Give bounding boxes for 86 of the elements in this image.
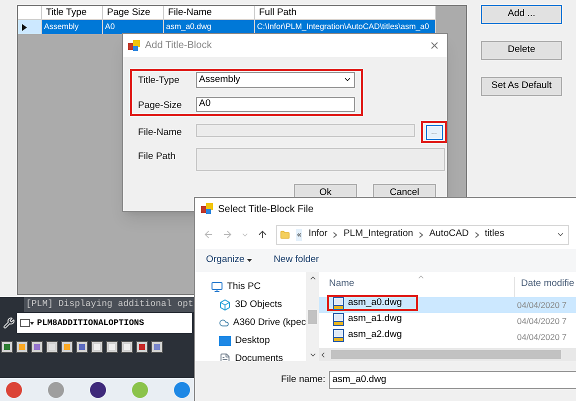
toolbar-icon[interactable] xyxy=(16,341,28,353)
separator-icon xyxy=(419,232,424,238)
scrollbar[interactable] xyxy=(306,272,319,361)
separator-icon xyxy=(333,232,338,238)
toolbar-icon[interactable] xyxy=(76,341,88,353)
file-name: asm_a1.dwg xyxy=(348,312,402,326)
page-size-field[interactable]: A0 xyxy=(196,97,355,112)
table-cell: A0 xyxy=(103,20,164,34)
table-cell: C:\Infor\PLM_Integration\AutoCAD\titles\asm_a0 xyxy=(255,20,436,34)
toolbar-icon[interactable] xyxy=(1,341,13,353)
toolbar-icon[interactable] xyxy=(106,341,118,353)
nav-item[interactable]: Desktop xyxy=(195,332,306,350)
scroll-thumb[interactable] xyxy=(308,310,317,324)
wrench-icon[interactable] xyxy=(3,317,15,329)
table-cell: Assembly xyxy=(42,20,103,34)
address-bar[interactable]: « Infor PLM_Integration AutoCAD titles xyxy=(276,224,569,244)
breadcrumb-item[interactable]: Infor xyxy=(308,227,328,242)
file-row[interactable]: asm_a1.dwg 04/04/2020 7 xyxy=(319,313,576,329)
column-header[interactable]: Title Type xyxy=(42,6,103,20)
folder-icon xyxy=(280,230,290,240)
breadcrumb-item[interactable]: AutoCAD xyxy=(429,227,469,242)
toolbar-icon[interactable] xyxy=(91,341,103,353)
table-cell: asm_a0.dwg xyxy=(164,20,255,34)
organize-menu[interactable]: Organize xyxy=(206,253,252,268)
up-icon[interactable] xyxy=(257,229,268,240)
file-name-field[interactable]: asm_a0.dwg xyxy=(329,371,576,389)
action-button[interactable]: Set As Default xyxy=(481,77,562,96)
breadcrumb-item[interactable]: PLM_Integration xyxy=(343,227,414,242)
nav-item[interactable]: Documents xyxy=(195,350,306,361)
field-label: File Path xyxy=(138,150,176,164)
cloud-icon xyxy=(219,317,230,329)
file-date: 04/04/2020 7 xyxy=(517,314,567,328)
field-label: Page-Size xyxy=(138,99,183,113)
app-icon xyxy=(201,203,213,215)
file-row[interactable]: asm_a2.dwg 04/04/2020 7 xyxy=(319,329,576,345)
file-name: asm_a2.dwg xyxy=(348,328,402,342)
scroll-thumb[interactable] xyxy=(331,350,561,359)
app-icon xyxy=(128,40,140,52)
file-name: asm_a0.dwg xyxy=(348,296,402,310)
desktop-icon xyxy=(219,336,231,346)
sort-icon xyxy=(417,273,425,281)
nav-item[interactable]: A360 Drive (kpec xyxy=(195,314,306,332)
toolbar-icon[interactable] xyxy=(61,341,73,353)
title-type-dropdown[interactable]: Assembly xyxy=(196,72,355,88)
toolbar-icon[interactable] xyxy=(121,341,133,353)
action-button[interactable]: Add ... xyxy=(481,5,562,24)
field-label: Title-Type xyxy=(138,74,180,88)
computer-icon xyxy=(211,281,223,293)
field-label: File-Name xyxy=(138,126,183,140)
close-icon[interactable] xyxy=(429,40,440,51)
nav-item[interactable]: This PC xyxy=(195,278,306,296)
scroll-down-icon[interactable] xyxy=(308,351,316,359)
field-label: File name: xyxy=(281,373,326,387)
row-header-cell xyxy=(18,6,42,20)
column-header[interactable]: Page Size xyxy=(103,6,164,20)
breadcrumb-item[interactable]: titles xyxy=(484,227,504,242)
action-button[interactable]: Delete xyxy=(481,41,562,60)
column-header[interactable]: Full Path xyxy=(255,6,436,20)
window-title: Add Title-Block xyxy=(145,39,212,53)
row-pointer-icon xyxy=(22,24,27,30)
scroll-left-icon[interactable] xyxy=(319,350,327,358)
new-folder-button[interactable]: New folder xyxy=(274,253,319,268)
command-icon xyxy=(20,319,34,327)
overflow-chevron[interactable]: « xyxy=(296,228,302,240)
toolbar-icon[interactable] xyxy=(46,341,58,353)
window-title: Select Title-Block File xyxy=(218,202,314,216)
toolbar-icon[interactable] xyxy=(31,341,43,353)
column-header[interactable]: File-Name xyxy=(164,6,255,20)
scroll-up-icon[interactable] xyxy=(308,274,316,282)
toolbar-icon[interactable] xyxy=(151,341,163,353)
row-header-cell[interactable] xyxy=(18,20,42,34)
file-date: 04/04/2020 7 xyxy=(517,298,567,312)
toolbar-icon[interactable] xyxy=(136,341,148,353)
file-date: 04/04/2020 7 xyxy=(517,330,567,344)
file-icon xyxy=(333,328,344,342)
caret-icon xyxy=(246,259,252,262)
file-icon xyxy=(333,312,344,326)
chevron-down-icon[interactable] xyxy=(556,230,565,239)
file-icon xyxy=(333,296,344,310)
column-header[interactable]: Date modifie xyxy=(515,276,574,297)
app-icon[interactable] xyxy=(90,382,106,398)
horizontal-scrollbar[interactable] xyxy=(319,348,576,361)
file-row[interactable]: asm_a0.dwg 04/04/2020 7 xyxy=(319,297,576,313)
cube-icon xyxy=(219,299,231,311)
separator-icon xyxy=(474,232,479,238)
command-input[interactable]: PLM8ADDITIONALOPTIONS xyxy=(17,313,192,333)
